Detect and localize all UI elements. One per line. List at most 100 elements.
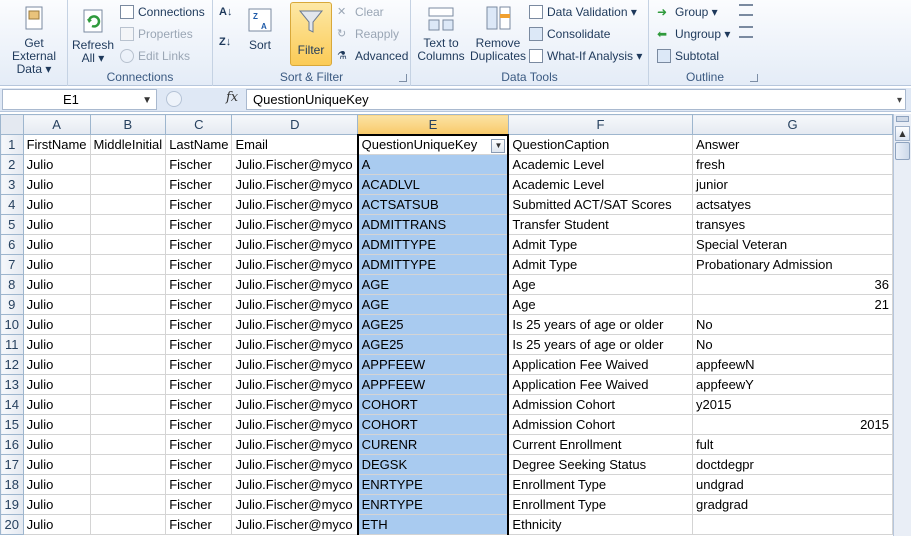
cell-f17[interactable]: Degree Seeking Status bbox=[507, 454, 694, 475]
cell-c20[interactable]: Fischer bbox=[165, 514, 233, 535]
reapply-button[interactable]: ↻ Reapply bbox=[337, 24, 399, 44]
cell-e19[interactable]: ENRTYPE bbox=[356, 494, 510, 515]
formula-bar-handle[interactable] bbox=[166, 91, 182, 107]
remove-duplicates-button[interactable]: Remove Duplicates bbox=[469, 4, 527, 63]
cell-a17[interactable]: Julio bbox=[22, 454, 91, 475]
cell-e10[interactable]: AGE25 bbox=[356, 314, 510, 335]
cell-b16[interactable] bbox=[89, 434, 167, 455]
cell-a7[interactable]: Julio bbox=[22, 254, 91, 275]
cell-b17[interactable] bbox=[89, 454, 167, 475]
row-header[interactable]: 7 bbox=[0, 254, 24, 275]
cell-f7[interactable]: Admit Type bbox=[507, 254, 694, 275]
select-all-corner[interactable] bbox=[0, 114, 24, 135]
cell-f11[interactable]: Is 25 years of age or older bbox=[507, 334, 694, 355]
advanced-button[interactable]: ⚗ Advanced bbox=[337, 46, 408, 66]
name-box[interactable]: E1 ▼ bbox=[2, 89, 157, 110]
cell-g6[interactable]: Special Veteran bbox=[692, 234, 893, 255]
cell-b20[interactable] bbox=[89, 514, 167, 535]
cell-a14[interactable]: Julio bbox=[22, 394, 91, 415]
cell-a11[interactable]: Julio bbox=[22, 334, 91, 355]
column-header-g[interactable]: G bbox=[692, 114, 893, 135]
cell-f20[interactable]: Ethnicity bbox=[507, 514, 694, 535]
name-box-dropdown-icon[interactable]: ▼ bbox=[142, 91, 152, 110]
cell-f1[interactable]: QuestionCaption bbox=[507, 134, 694, 155]
cell-c6[interactable]: Fischer bbox=[165, 234, 233, 255]
cell-b12[interactable] bbox=[89, 354, 167, 375]
cell-b7[interactable] bbox=[89, 254, 167, 275]
column-header-f[interactable]: F bbox=[507, 114, 694, 135]
get-external-data-button[interactable]: Get External Data ▾ bbox=[2, 4, 66, 76]
cell-g5[interactable]: transyes bbox=[692, 214, 893, 235]
cell-f4[interactable]: Submitted ACT/SAT Scores bbox=[507, 194, 694, 215]
formula-input[interactable]: QuestionUniqueKey ▾ bbox=[246, 89, 906, 110]
row-header[interactable]: 1 bbox=[0, 134, 24, 155]
cell-b1[interactable]: MiddleInitial bbox=[89, 134, 167, 155]
cell-e1[interactable]: QuestionUniqueKey ▼ bbox=[356, 133, 510, 155]
cell-d14[interactable]: Julio.Fischer@myco bbox=[231, 394, 359, 415]
cell-a5[interactable]: Julio bbox=[22, 214, 91, 235]
cell-c14[interactable]: Fischer bbox=[165, 394, 233, 415]
cell-c15[interactable]: Fischer bbox=[165, 414, 233, 435]
cell-c19[interactable]: Fischer bbox=[165, 494, 233, 515]
cell-g17[interactable]: doctdegpr bbox=[692, 454, 893, 475]
cell-f6[interactable]: Admit Type bbox=[507, 234, 694, 255]
cell-e8[interactable]: AGE bbox=[356, 274, 510, 295]
subtotal-button[interactable]: Subtotal bbox=[657, 46, 719, 66]
cell-g20[interactable] bbox=[692, 514, 893, 535]
cell-e5[interactable]: ADMITTRANS bbox=[356, 214, 510, 235]
sort-filter-launcher[interactable] bbox=[399, 74, 407, 82]
cell-d20[interactable]: Julio.Fischer@myco bbox=[231, 514, 359, 535]
cell-e7[interactable]: ADMITTYPE bbox=[356, 254, 510, 275]
cell-e6[interactable]: ADMITTYPE bbox=[356, 234, 510, 255]
cell-e11[interactable]: AGE25 bbox=[356, 334, 510, 355]
cell-g16[interactable]: fult bbox=[692, 434, 893, 455]
scroll-up-arrow-icon[interactable]: ▲ bbox=[895, 126, 910, 141]
cell-a20[interactable]: Julio bbox=[22, 514, 91, 535]
cell-f3[interactable]: Academic Level bbox=[507, 174, 694, 195]
cell-b13[interactable] bbox=[89, 374, 167, 395]
cell-f13[interactable]: Application Fee Waived bbox=[507, 374, 694, 395]
cell-b15[interactable] bbox=[89, 414, 167, 435]
cell-f16[interactable]: Current Enrollment bbox=[507, 434, 694, 455]
cell-g14[interactable]: y2015 bbox=[692, 394, 893, 415]
cell-f5[interactable]: Transfer Student bbox=[507, 214, 694, 235]
cell-d18[interactable]: Julio.Fischer@myco bbox=[231, 474, 359, 495]
sort-ascending-button[interactable]: A↓ bbox=[219, 6, 239, 26]
cell-c4[interactable]: Fischer bbox=[165, 194, 233, 215]
row-header[interactable]: 8 bbox=[0, 274, 24, 295]
clear-button[interactable]: ✕ Clear bbox=[337, 2, 384, 22]
cell-g7[interactable]: Probationary Admission bbox=[692, 254, 893, 275]
cell-b5[interactable] bbox=[89, 214, 167, 235]
cell-f9[interactable]: Age bbox=[507, 294, 694, 315]
cell-f14[interactable]: Admission Cohort bbox=[507, 394, 694, 415]
cell-d16[interactable]: Julio.Fischer@myco bbox=[231, 434, 359, 455]
cell-g8[interactable]: 36 bbox=[692, 274, 893, 295]
column-header-c[interactable]: C bbox=[165, 114, 233, 135]
row-header[interactable]: 14 bbox=[0, 394, 24, 415]
what-if-analysis-button[interactable]: What-If Analysis ▾ bbox=[529, 46, 642, 66]
cell-c17[interactable]: Fischer bbox=[165, 454, 233, 475]
cell-g9[interactable]: 21 bbox=[692, 294, 893, 315]
row-header[interactable]: 20 bbox=[0, 514, 24, 535]
cell-d9[interactable]: Julio.Fischer@myco bbox=[231, 294, 359, 315]
row-header[interactable]: 9 bbox=[0, 294, 24, 315]
row-header[interactable]: 16 bbox=[0, 434, 24, 455]
cell-e14[interactable]: COHORT bbox=[356, 394, 510, 415]
cell-f15[interactable]: Admission Cohort bbox=[507, 414, 694, 435]
cell-e18[interactable]: ENRTYPE bbox=[356, 474, 510, 495]
cell-c2[interactable]: Fischer bbox=[165, 154, 233, 175]
cell-a15[interactable]: Julio bbox=[22, 414, 91, 435]
sort-button[interactable]: Z A Sort bbox=[243, 6, 277, 52]
row-header[interactable]: 19 bbox=[0, 494, 24, 515]
cell-b8[interactable] bbox=[89, 274, 167, 295]
cell-b4[interactable] bbox=[89, 194, 167, 215]
cell-d15[interactable]: Julio.Fischer@myco bbox=[231, 414, 359, 435]
cell-g4[interactable]: actsatyes bbox=[692, 194, 893, 215]
cell-c7[interactable]: Fischer bbox=[165, 254, 233, 275]
row-header[interactable]: 10 bbox=[0, 314, 24, 335]
cell-d12[interactable]: Julio.Fischer@myco bbox=[231, 354, 359, 375]
scroll-thumb[interactable] bbox=[895, 142, 910, 160]
cell-d8[interactable]: Julio.Fischer@myco bbox=[231, 274, 359, 295]
outline-launcher[interactable] bbox=[750, 74, 758, 82]
ungroup-button[interactable]: ⬅ Ungroup ▾ bbox=[657, 24, 730, 44]
